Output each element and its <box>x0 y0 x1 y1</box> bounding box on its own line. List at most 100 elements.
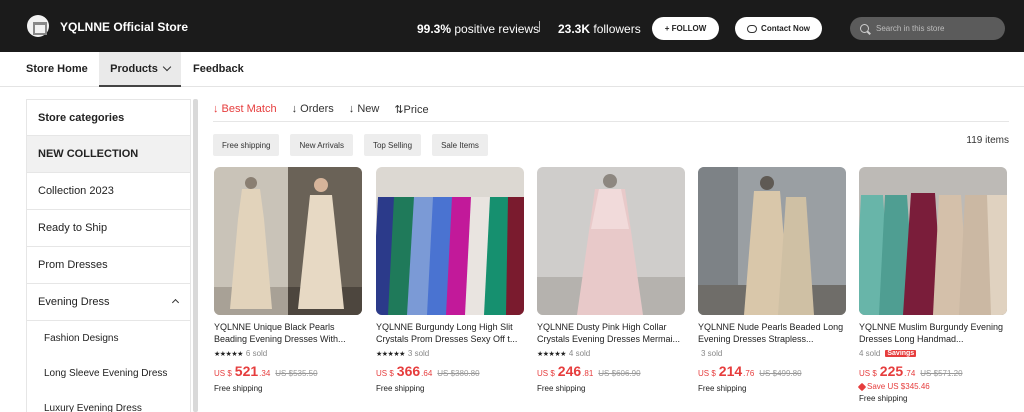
filter-top-selling[interactable]: Top Selling <box>363 134 422 156</box>
savings-badge: Savings <box>885 350 917 357</box>
store-nav: Store Home Products Feedback <box>0 52 1024 87</box>
store-name[interactable]: YQLNNE Official Store <box>60 20 188 34</box>
item-count: 119 items <box>966 135 1009 146</box>
filter-new-arrivals[interactable]: New Arrivals <box>290 134 353 156</box>
followers-value: 23.3K <box>558 22 591 36</box>
price-integer: 366 <box>396 363 421 379</box>
price-integer: 246 <box>557 363 582 379</box>
product-title[interactable]: YQLNNE Dusty Pink High Collar Crystals E… <box>537 321 685 345</box>
product-price: US $ 366 .64 US $380.80 <box>376 363 524 381</box>
product-title[interactable]: YQLNNE Burgundy Long High Slit Crystals … <box>376 321 524 345</box>
sidebar-title: Store categories <box>27 100 190 136</box>
follow-button[interactable]: + FOLLOW <box>652 17 719 40</box>
product-rating: ★★★★★ 3 sold <box>376 348 524 359</box>
sidebar-item-prom-dresses[interactable]: Prom Dresses <box>27 247 190 284</box>
store-logo-icon[interactable] <box>27 15 49 37</box>
price-decimal: .34 <box>259 369 271 378</box>
sidebar-item-label: Evening Dress <box>38 296 110 308</box>
product-image[interactable] <box>698 167 846 315</box>
sidebar-subitem-long-sleeve-evening-dress[interactable]: Long Sleeve Evening Dress <box>27 356 190 391</box>
product-card[interactable]: YQLNNE Burgundy Long High Slit Crystals … <box>376 167 524 412</box>
product-title[interactable]: YQLNNE Nude Pearls Beaded Long Evening D… <box>698 321 846 345</box>
price-currency: US $ <box>214 369 232 378</box>
search-icon[interactable] <box>860 24 869 33</box>
product-price: US $ 214 .76 US $499.80 <box>698 363 846 381</box>
chevron-down-icon <box>162 62 172 71</box>
chevron-up-icon[interactable] <box>171 298 180 307</box>
product-rating: 4 sold Savings <box>859 348 1007 359</box>
shipping-info: Free shipping <box>214 384 263 393</box>
sort-orders[interactable]: ↓ Orders <box>292 103 334 115</box>
contact-button-label: Contact Now <box>761 24 810 33</box>
rating-stars-icon: ★★★★★ <box>537 350 566 358</box>
product-price: US $ 225 .74 US $571.20 <box>859 363 1007 381</box>
search-input[interactable] <box>876 24 986 33</box>
sidebar-subitem-fashion-designs[interactable]: Fashion Designs <box>27 321 190 356</box>
positive-reviews-label: positive reviews <box>454 22 540 36</box>
chat-icon <box>747 24 758 33</box>
nav-products[interactable]: Products <box>99 52 181 87</box>
nav-store-home[interactable]: Store Home <box>26 52 88 86</box>
sidebar-subitem-luxury-evening-dress[interactable]: Luxury Evening Dress <box>27 391 190 412</box>
filter-free-shipping[interactable]: Free shipping <box>213 134 280 156</box>
price-decimal: .74 <box>904 369 916 378</box>
price-currency: US $ <box>537 369 555 378</box>
product-price: US $ 246 .81 US $606.90 <box>537 363 685 381</box>
sidebar-item-evening-dress[interactable]: Evening Dress <box>27 284 190 321</box>
product-price: US $ 521 .34 US $535.50 <box>214 363 362 381</box>
price-decimal: .64 <box>421 369 433 378</box>
followers: 23.3K followers <box>558 22 641 36</box>
sort-price[interactable]: ⇅Price <box>394 103 428 116</box>
price-integer: 225 <box>879 363 904 379</box>
product-image[interactable] <box>859 167 1007 315</box>
sidebar-item-collection-2023[interactable]: Collection 2023 <box>27 173 190 210</box>
shipping-info: Free shipping <box>859 394 908 403</box>
sort-best-match[interactable]: ↓ Best Match <box>213 103 277 115</box>
sort-new[interactable]: ↓ New <box>349 103 380 115</box>
original-price: US $499.80 <box>759 369 802 378</box>
original-price: US $606.90 <box>598 369 641 378</box>
sold-count: 4 sold <box>568 349 591 358</box>
filter-sale-items[interactable]: Sale Items <box>432 134 488 156</box>
store-header: YQLNNE Official Store 99.3% positive rev… <box>0 0 1024 52</box>
rating-stars-icon: ★★★★★ <box>214 350 243 358</box>
sold-count: 3 sold <box>701 349 723 358</box>
contact-now-button[interactable]: Contact Now <box>735 17 822 40</box>
shipping-info: Free shipping <box>537 384 586 393</box>
product-card[interactable]: YQLNNE Nude Pearls Beaded Long Evening D… <box>698 167 846 412</box>
followers-label: followers <box>593 22 641 36</box>
price-decimal: .81 <box>582 369 594 378</box>
sold-count: 4 sold <box>859 349 881 358</box>
nav-feedback[interactable]: Feedback <box>193 52 244 86</box>
tag-icon <box>857 382 867 391</box>
save-text: Save US $345.46 <box>867 382 930 391</box>
price-currency: US $ <box>698 369 716 378</box>
product-title[interactable]: YQLNNE Muslim Burgundy Evening Dresses L… <box>859 321 1007 345</box>
product-title[interactable]: YQLNNE Unique Black Pearls Beading Eveni… <box>214 321 362 345</box>
positive-reviews: 99.3% positive reviews <box>417 22 539 36</box>
filter-chips: Free shipping New Arrivals Top Selling S… <box>213 134 488 156</box>
product-image[interactable] <box>376 167 524 315</box>
product-image[interactable] <box>537 167 685 315</box>
save-amount: Save US $345.46 <box>857 382 1007 391</box>
sidebar-item-new-collection[interactable]: NEW COLLECTION <box>27 136 190 173</box>
price-integer: 521 <box>234 363 259 379</box>
sold-count: 6 sold <box>245 349 268 358</box>
shipping-info: Free shipping <box>376 384 425 393</box>
product-card[interactable]: YQLNNE Unique Black Pearls Beading Eveni… <box>214 167 362 412</box>
price-currency: US $ <box>859 369 877 378</box>
price-decimal: .76 <box>743 369 755 378</box>
sidebar-item-ready-to-ship[interactable]: Ready to Ship <box>27 210 190 247</box>
stats-divider <box>539 21 540 32</box>
product-image[interactable] <box>214 167 362 315</box>
price-currency: US $ <box>376 369 394 378</box>
product-card[interactable]: YQLNNE Muslim Burgundy Evening Dresses L… <box>857 167 1007 412</box>
store-search-box[interactable] <box>850 17 1005 40</box>
product-rating: ★★★★★ 4 sold <box>537 348 685 359</box>
product-card[interactable]: YQLNNE Dusty Pink High Collar Crystals E… <box>537 167 685 412</box>
original-price: US $535.50 <box>275 369 318 378</box>
nav-products-label: Products <box>110 62 158 75</box>
sidebar-scrollbar[interactable] <box>193 99 198 412</box>
original-price: US $571.20 <box>920 369 963 378</box>
price-integer: 214 <box>718 363 743 379</box>
